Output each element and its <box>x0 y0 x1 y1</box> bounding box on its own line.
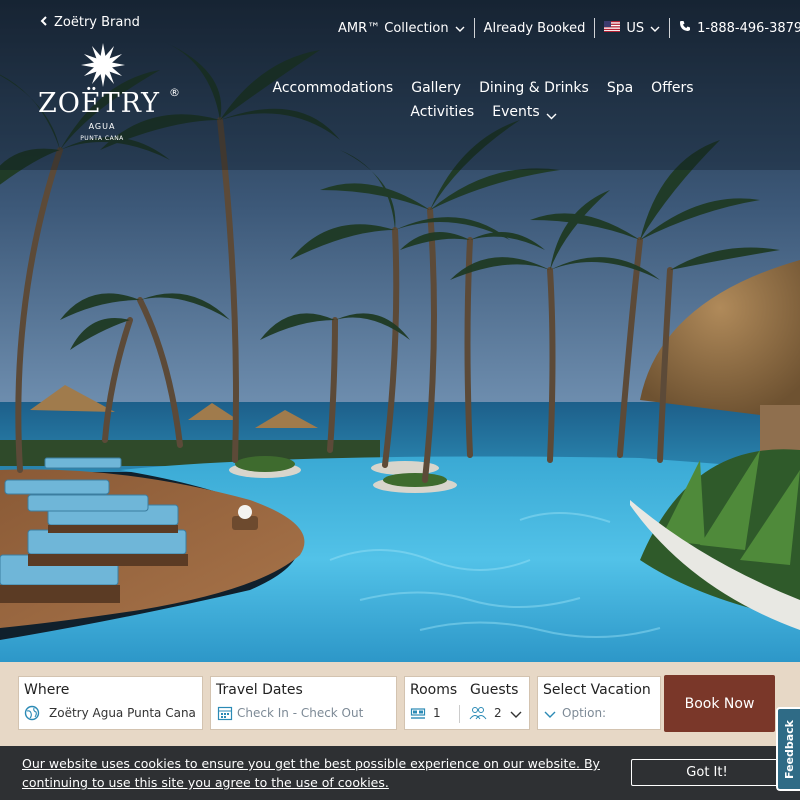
logo-subtitle-agua: AGUA <box>88 122 116 131</box>
chevron-down-icon <box>650 23 660 33</box>
phone-number: 1-888-496-3879 <box>697 20 800 36</box>
guests-icon <box>469 706 487 723</box>
brand-back-link[interactable]: Zoëtry Brand <box>40 15 140 30</box>
collection-label: AMR™ Collection <box>338 20 449 36</box>
utility-bar: AMR™ Collection Already Booked US 1-888-… <box>329 16 800 40</box>
chevron-down-icon <box>544 708 556 722</box>
book-now-button[interactable]: Book Now <box>664 675 775 732</box>
where-field[interactable]: Where Zoëtry Agua Punta Cana <box>18 676 203 730</box>
travel-dates-placeholder: Check In - Check Out <box>237 706 364 720</box>
cookie-message-link[interactable]: Our website uses cookies to ensure you g… <box>22 754 607 792</box>
feedback-label: Feedback <box>782 719 796 779</box>
collection-dropdown[interactable]: AMR™ Collection <box>329 21 474 36</box>
already-booked-link[interactable]: Already Booked <box>475 21 595 36</box>
rooms-guests-field[interactable]: Rooms Guests 1 2 <box>404 676 530 730</box>
logo-subtitle-location: PUNTA CANA <box>80 135 124 142</box>
select-vacation-placeholder: Option: <box>562 706 607 720</box>
booking-bar: Where Zoëtry Agua Punta Cana Travel Date… <box>0 662 800 746</box>
guests-value: 2 <box>494 706 502 720</box>
travel-dates-label: Travel Dates <box>216 682 303 698</box>
globe-icon <box>24 705 40 724</box>
divider <box>459 705 460 723</box>
chevron-down-icon <box>546 107 557 120</box>
rooms-label: Rooms <box>410 682 458 698</box>
nav-accommodations[interactable]: Accommodations <box>273 78 394 98</box>
guests-label: Guests <box>470 682 519 698</box>
where-label: Where <box>24 682 70 698</box>
select-vacation-field[interactable]: Select Vacation Option: <box>537 676 661 730</box>
brand-back-label: Zoëtry Brand <box>54 15 140 30</box>
bed-icon <box>410 706 426 723</box>
logo-registered-mark: ® <box>169 86 180 99</box>
nav-dining-drinks[interactable]: Dining & Drinks <box>479 78 589 98</box>
page: Zoëtry Brand AMR™ Collection Already Boo… <box>0 0 800 800</box>
chevron-left-icon <box>40 15 48 30</box>
nav-gallery[interactable]: Gallery <box>411 78 461 98</box>
nav-events-dropdown[interactable]: Events <box>492 102 557 122</box>
chevron-down-icon <box>510 708 522 722</box>
country-label: US <box>626 20 645 36</box>
nav-offers[interactable]: Offers <box>651 78 693 98</box>
where-value: Zoëtry Agua Punta Cana <box>49 706 196 720</box>
starburst-logo-icon <box>81 43 125 87</box>
logo-wordmark: ZOЁTRY <box>38 88 160 119</box>
phone-link[interactable]: 1-888-496-3879 <box>670 20 800 36</box>
chevron-down-icon <box>455 23 465 33</box>
cookie-accept-button[interactable]: Got It! <box>631 759 783 786</box>
nav-spa[interactable]: Spa <box>607 78 633 98</box>
nav-events-label: Events <box>492 104 540 120</box>
phone-icon <box>679 20 691 36</box>
feedback-tab[interactable]: Feedback <box>776 707 800 791</box>
calendar-icon <box>217 705 233 724</box>
main-nav: Accommodations Gallery Dining & Drinks S… <box>232 78 734 122</box>
country-selector[interactable]: US <box>595 20 669 36</box>
select-vacation-label: Select Vacation <box>543 682 651 698</box>
nav-activities[interactable]: Activities <box>410 102 474 122</box>
rooms-value: 1 <box>433 706 441 720</box>
travel-dates-field[interactable]: Travel Dates Check In - Check Out <box>210 676 397 730</box>
already-booked-label: Already Booked <box>483 20 586 36</box>
us-flag-icon <box>604 20 621 36</box>
